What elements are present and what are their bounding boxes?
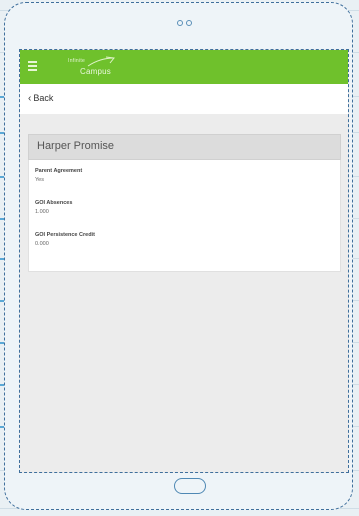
field-label: GOI Persistence Credit	[35, 232, 95, 238]
field-goi-persistence-credit: GOI Persistence Credit 0.000	[35, 232, 95, 247]
section-title: Harper Promise	[37, 140, 115, 152]
chevron-left-icon: ‹	[28, 92, 32, 104]
device-screen: Infinite Campus ‹ Back Harper Promise Pa…	[19, 49, 349, 473]
menu-icon[interactable]	[28, 61, 37, 71]
field-parent-agreement: Parent Agreement Yes	[35, 168, 82, 183]
app-logo: Infinite Campus	[64, 56, 116, 80]
tablet-frame: Infinite Campus ‹ Back Harper Promise Pa…	[4, 2, 353, 510]
field-value: 0.000	[35, 241, 49, 247]
back-bar: ‹ Back	[20, 84, 348, 114]
field-label: Parent Agreement	[35, 168, 83, 174]
field-goi-absences: GOI Absences 1.000	[35, 200, 72, 215]
field-value: Yes	[35, 177, 44, 183]
camera-dot	[186, 20, 192, 26]
section-header: Harper Promise	[28, 134, 341, 160]
field-value: 1.000	[35, 209, 49, 215]
camera-dot	[177, 20, 183, 26]
logo-text-bottom: Campus	[80, 67, 111, 76]
back-link[interactable]: ‹ Back	[28, 93, 53, 103]
app-header: Infinite Campus	[20, 50, 348, 84]
home-button-icon[interactable]	[174, 478, 206, 494]
back-label: Back	[33, 93, 54, 103]
field-label: GOI Absences	[35, 200, 73, 206]
detail-card: Parent Agreement Yes GOI Absences 1.000 …	[28, 160, 341, 272]
logo-text-top: Infinite	[68, 58, 86, 64]
camera-icon	[177, 20, 192, 26]
page-background: Infinite Campus ‹ Back Harper Promise Pa…	[0, 0, 359, 516]
